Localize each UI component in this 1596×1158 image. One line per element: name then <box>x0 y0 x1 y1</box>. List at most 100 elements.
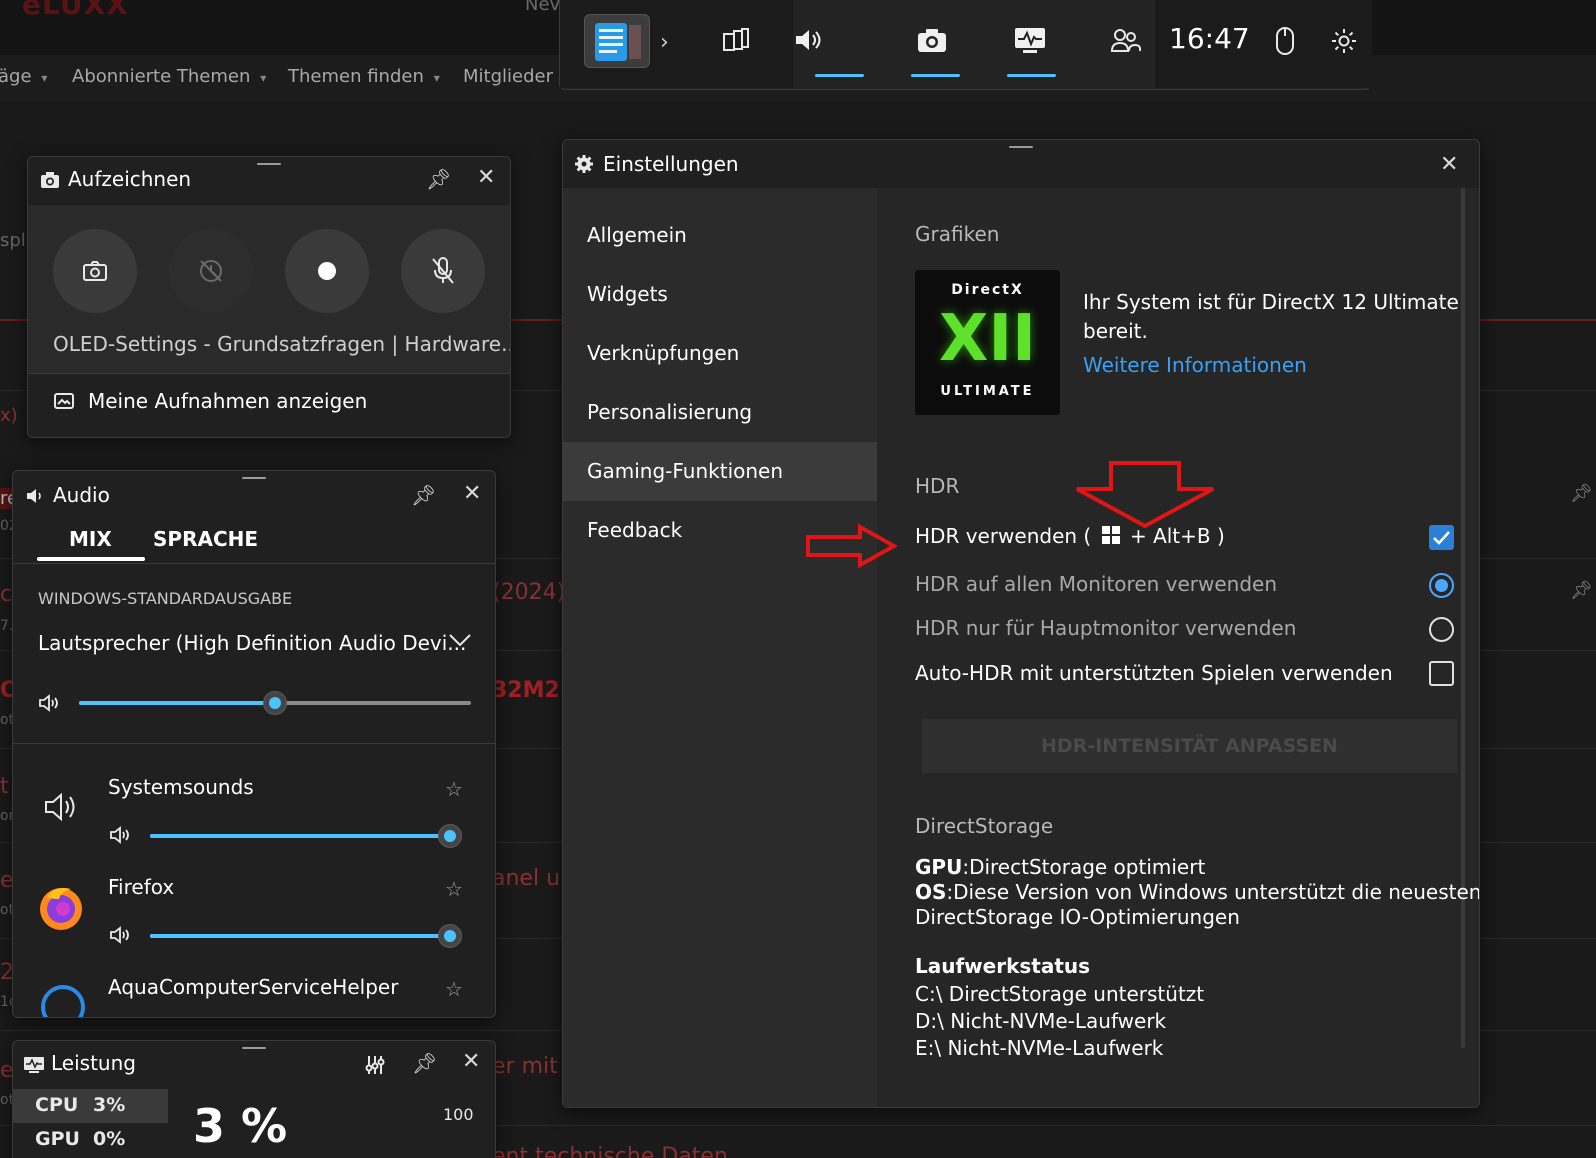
master-volume-slider[interactable] <box>79 691 471 715</box>
metric-value: 3% <box>93 1094 126 1116</box>
close-icon[interactable]: ✕ <box>1440 152 1458 177</box>
cpu-row[interactable]: CPU 3% <box>13 1089 168 1123</box>
tab-sprache[interactable]: SPRACHE <box>153 527 258 551</box>
tab-mix-indicator <box>37 557 145 561</box>
widgets-icon[interactable] <box>720 24 752 60</box>
forum-logo: eLUXX <box>22 0 129 21</box>
gpu-row[interactable]: GPU 0% <box>13 1123 168 1157</box>
drag-handle[interactable] <box>242 477 266 479</box>
logo-text: ULTIMATE <box>940 384 1035 399</box>
volume-icon <box>109 825 133 849</box>
forum-fragment: er mit <box>492 1054 558 1079</box>
nav-item-gaming-funktionen[interactable]: Gaming-Funktionen <box>563 442 877 501</box>
capture-title: Aufzeichnen <box>68 167 192 191</box>
pin-icon[interactable]: 📌︎ <box>412 1051 437 1075</box>
logo-text: DirectX <box>951 282 1024 298</box>
nav-item-widgets[interactable]: Widgets <box>563 265 877 324</box>
notepad-app-icon[interactable] <box>584 14 650 68</box>
section-heading-directstorage: DirectStorage <box>915 814 1054 838</box>
auto-hdr-checkbox[interactable] <box>1429 661 1454 686</box>
slider-thumb[interactable] <box>438 824 462 848</box>
settings-window: Einstellungen ✕ Allgemein Widgets Verknü… <box>562 139 1480 1108</box>
performance-active-indicator <box>1007 74 1056 77</box>
drag-handle[interactable] <box>242 1047 266 1049</box>
record-button[interactable] <box>285 229 369 313</box>
firefox-icon <box>37 883 85 935</box>
pin-icon[interactable]: 📌︎ <box>1570 580 1593 601</box>
pin-icon[interactable]: 📌︎ <box>1570 483 1593 504</box>
drag-handle[interactable] <box>1009 146 1033 148</box>
social-icon[interactable] <box>1109 24 1142 60</box>
star-icon[interactable]: ☆ <box>445 777 463 801</box>
drive-status-item: C:\ DirectStorage unterstützt <box>915 982 1205 1006</box>
volume-icon <box>109 925 133 949</box>
gear-icon <box>574 154 594 178</box>
auto-hdr-label: Auto-HDR mit unterstützten Spielen verwe… <box>915 661 1393 685</box>
gpu-value: :DirectStorage optimiert <box>962 855 1206 879</box>
chevron-right-icon[interactable]: › <box>660 30 669 55</box>
forum-nav-item[interactable]: äge <box>0 66 47 87</box>
tab-mix[interactable]: MIX <box>69 527 112 551</box>
drag-handle[interactable] <box>257 163 281 165</box>
annotation-arrow-down <box>1076 461 1214 529</box>
forum-fragment: 32M2I <box>492 678 569 703</box>
forum-fragment: t <box>0 774 9 799</box>
star-icon[interactable]: ☆ <box>445 877 463 901</box>
forum-nav-subscribed[interactable]: Abonnierte Themen <box>72 66 266 87</box>
star-icon[interactable]: ☆ <box>445 977 463 1001</box>
slider-thumb[interactable] <box>263 691 287 715</box>
drive-status-heading: Laufwerkstatus <box>915 954 1091 978</box>
game-bar-taskbar: › 16:47 <box>559 0 1372 90</box>
hdr-label-prefix: HDR verwenden ( <box>915 524 1092 548</box>
os-label: OS <box>915 880 947 904</box>
speaker-icon <box>25 487 45 509</box>
slider-thumb[interactable] <box>438 924 462 948</box>
close-icon[interactable]: ✕ <box>462 1049 480 1074</box>
os-status-cont: DirectStorage IO-Optimierungen <box>915 905 1240 929</box>
mic-toggle-button[interactable] <box>401 229 485 313</box>
show-recordings-link[interactable]: Meine Aufnahmen anzeigen <box>88 389 367 413</box>
performance-icon <box>23 1055 45 1079</box>
hdr-main-monitor-label: HDR nur für Hauptmonitor verwenden <box>915 616 1297 640</box>
capture-icon[interactable] <box>915 24 949 60</box>
close-icon[interactable]: ✕ <box>463 481 481 506</box>
gpu-status: GPU:DirectStorage optimiert <box>915 854 1205 880</box>
record-last-button[interactable] <box>169 229 253 313</box>
scrollbar[interactable] <box>1461 188 1465 1048</box>
metric-label: GPU <box>35 1128 80 1150</box>
close-icon[interactable]: ✕ <box>477 165 495 190</box>
camera-icon <box>40 171 60 193</box>
forum-new-link[interactable]: Nev <box>525 0 560 15</box>
chevron-down-icon[interactable] <box>447 629 473 653</box>
tune-icon[interactable] <box>363 1053 387 1081</box>
performance-icon[interactable] <box>1013 24 1047 60</box>
clock: 16:47 <box>1169 22 1250 55</box>
nav-item-allgemein[interactable]: Allgemein <box>563 206 877 265</box>
hdr-checkbox[interactable] <box>1429 525 1454 550</box>
divider <box>13 743 495 744</box>
output-device-select[interactable]: Lautsprecher (High Definition Audio Devi… <box>38 631 466 655</box>
screenshot-button[interactable] <box>53 229 137 313</box>
hdr-main-monitor-radio[interactable] <box>1429 617 1454 642</box>
hdr-all-monitors-radio[interactable] <box>1429 573 1454 598</box>
hdr-intensity-button[interactable]: HDR-INTENSITÄT ANPASSEN <box>922 719 1457 773</box>
firefox-volume-slider[interactable] <box>150 924 462 948</box>
os-status: OS:Diese Version von Windows unterstützt… <box>915 879 1479 905</box>
pin-icon[interactable]: 📌︎ <box>411 483 436 507</box>
forum-nav-members[interactable]: Mitglieder <box>463 66 559 87</box>
gear-icon[interactable] <box>1330 27 1358 59</box>
metric-value: 0% <box>93 1128 126 1150</box>
app-name: Firefox <box>108 875 175 899</box>
nav-item-personalisierung[interactable]: Personalisierung <box>563 383 877 442</box>
systemsounds-volume-slider[interactable] <box>150 824 462 848</box>
divider <box>28 373 510 374</box>
forum-nav-find-threads[interactable]: Themen finden <box>288 66 440 87</box>
drive-status-item: D:\ Nicht-NVMe-Laufwerk <box>915 1009 1167 1033</box>
slider-fill <box>150 934 450 938</box>
more-info-link[interactable]: Weitere Informationen <box>1083 352 1307 378</box>
audio-icon[interactable] <box>792 24 824 60</box>
nav-item-verknuepfungen[interactable]: Verknüpfungen <box>563 324 877 383</box>
forum-fragment: anel u <box>492 866 561 891</box>
pin-icon[interactable]: 📌︎ <box>426 167 451 191</box>
audio-active-indicator <box>815 74 864 77</box>
